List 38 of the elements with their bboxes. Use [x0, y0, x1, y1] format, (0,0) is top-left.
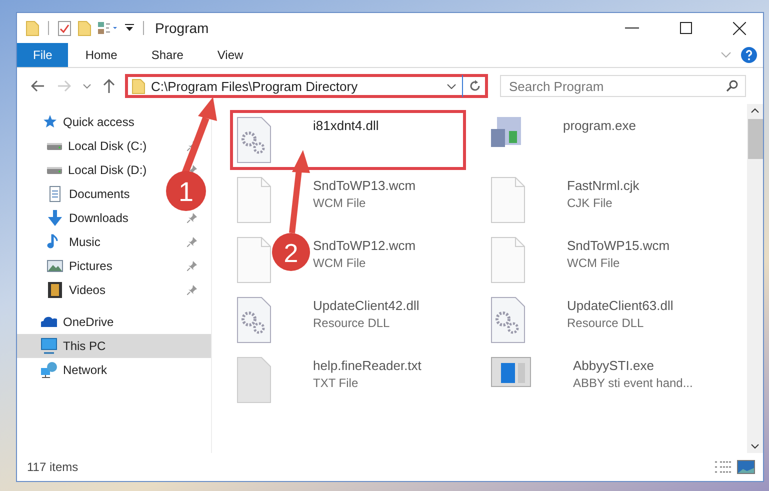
sidebar-item[interactable]: OneDrive [17, 310, 211, 334]
file-type: WCM File [313, 196, 367, 210]
sidebar-item[interactable]: This PC [17, 334, 211, 358]
step-badge: 1 [166, 171, 206, 211]
ribbon-tab[interactable]: Home [68, 43, 134, 67]
address-path: C:\Program Files\Program Directory [151, 78, 358, 94]
sidebar-item[interactable]: Documents [17, 182, 163, 206]
sidebar-item[interactable]: Pictures [17, 254, 211, 278]
step-badge: 2 [272, 233, 310, 271]
file-name: FastNrml.cjk [567, 178, 640, 193]
file-type: Resource DLL [567, 316, 645, 330]
file-name: help.fineReader.txt [313, 358, 422, 373]
file-name: UpdateClient42.dll [313, 298, 420, 313]
file-name: SndToWP13.wcm [313, 178, 416, 193]
file-name: UpdateClient63.dll [567, 298, 674, 313]
file-name: i81xdnt4.dll [313, 118, 379, 133]
sidebar-item[interactable]: Music [17, 230, 211, 254]
ribbon-tab[interactable]: File [17, 43, 68, 67]
window-title: Program [155, 20, 209, 36]
file-item[interactable]: i81xdnt4.dll [230, 110, 466, 170]
search-field[interactable]: Search Program [500, 75, 746, 97]
file-type: WCM File [567, 256, 621, 270]
file-type: CJK File [567, 196, 614, 210]
address-bar[interactable]: C:\Program Files\Program Directory [125, 74, 488, 98]
sidebar-item[interactable]: Network [17, 358, 211, 382]
file-type: ABBY sti event hand... [573, 376, 693, 390]
sidebar-item[interactable]: Quick access [17, 110, 211, 134]
file-type: Resource DLL [313, 316, 391, 330]
file-type: TXT File [313, 376, 360, 390]
file-name: SndToWP12.wcm [313, 238, 416, 253]
file-name: AbbyySTI.exe [573, 358, 655, 373]
ribbon-tab[interactable]: Share [134, 43, 200, 67]
file-name: program.exe [563, 118, 636, 133]
ribbon-tab[interactable]: View [200, 43, 260, 67]
item-count: 117 items [27, 460, 78, 474]
file-name: SndToWP15.wcm [567, 238, 670, 253]
sidebar-item[interactable]: Videos [17, 278, 211, 302]
file-type: WCM File [313, 256, 367, 270]
